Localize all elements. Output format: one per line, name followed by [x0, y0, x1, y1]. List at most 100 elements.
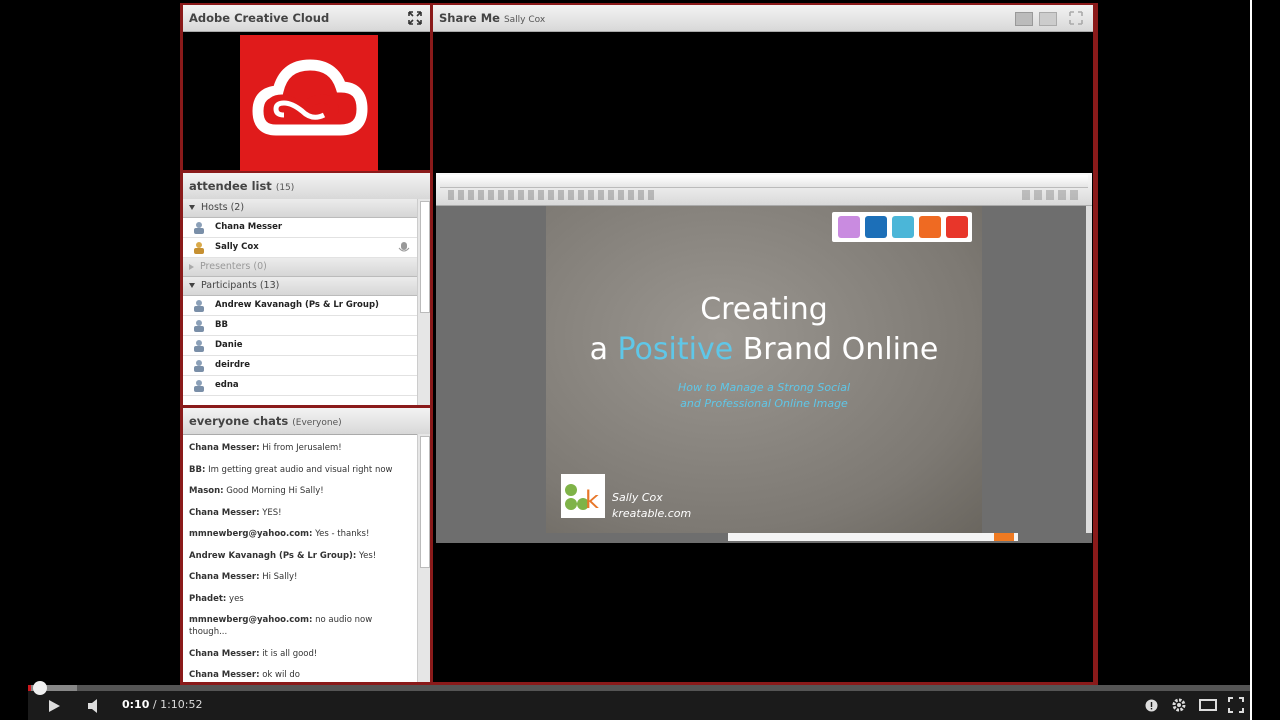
- progress-bar[interactable]: [28, 685, 1250, 691]
- chat-sender: BB:: [189, 464, 206, 475]
- chat-message: Chana Messer: Hi Sally!: [189, 571, 412, 583]
- chat-sender: mmnewberg@yahoo.com:: [189, 529, 313, 539]
- attendee-row[interactable]: edna: [183, 376, 418, 396]
- collapse-arrow-icon: [189, 205, 195, 210]
- attendee-row[interactable]: Chana Messer: [183, 218, 418, 238]
- chat-message: Chana Messer: Hi from Jerusalem!: [189, 442, 412, 454]
- chat-scrollbar[interactable]: [417, 434, 430, 682]
- share-pod-header: Share Me Sally Cox: [433, 5, 1093, 32]
- section-participants[interactable]: Participants (13): [183, 277, 418, 296]
- attendee-row[interactable]: Sally Cox: [183, 238, 418, 258]
- played-bar: [28, 685, 31, 691]
- chat-text: Yes!: [359, 550, 377, 561]
- chat-message: Phadet: yes: [189, 593, 412, 605]
- attendee-row[interactable]: deirdre: [183, 356, 418, 376]
- chat-sender: Chana Messer:: [189, 572, 260, 582]
- chat-message: Andrew Kavanagh (Ps & Lr Group): Yes!: [189, 550, 412, 562]
- presenter-user-icon: [194, 242, 204, 254]
- attendee-row[interactable]: Danie: [183, 336, 418, 356]
- chat-sender: Andrew Kavanagh (Ps & Lr Group):: [189, 550, 357, 561]
- chat-message: mmnewberg@yahoo.com: Yes - thanks!: [189, 528, 412, 540]
- fullscreen-icon[interactable]: [1069, 11, 1083, 25]
- logo-pod: Adobe Creative Cloud: [183, 5, 430, 171]
- logo-pod-title: Adobe Creative Cloud: [189, 11, 330, 25]
- chat-text: Im getting great audio and visual right …: [208, 464, 393, 475]
- section-hosts[interactable]: Hosts (2): [183, 199, 418, 218]
- attendee-name: deirdre: [215, 360, 250, 370]
- attendee-list-scrollbar[interactable]: [417, 199, 430, 405]
- attendee-list-header: attendee list (15): [183, 173, 430, 200]
- presenter-name: Sally Cox: [503, 15, 546, 25]
- chat-message: Chana Messer: YES!: [189, 507, 412, 519]
- attendee-list-pod: attendee list (15) Hosts (2) Chana Messer…: [183, 173, 430, 405]
- attendee-row[interactable]: BB: [183, 316, 418, 336]
- chat-text: Good Morning Hi Sally!: [226, 486, 324, 496]
- kreatable-logo: k: [561, 474, 605, 518]
- chat-text: yes: [229, 593, 244, 604]
- chat-sender: Phadet:: [189, 593, 227, 604]
- chat-message: Chana Messer: it is all good!: [189, 648, 412, 660]
- microphone-icon: [398, 242, 410, 252]
- swatch-blue: [865, 216, 887, 238]
- chat-text: YES!: [262, 507, 282, 518]
- chat-text: ok wil do: [262, 670, 300, 680]
- fullscreen-icon[interactable]: [1228, 697, 1244, 713]
- svg-text:k: k: [585, 486, 599, 514]
- chat-messages: Chana Messer: Hi from Jerusalem! BB: Im g…: [189, 442, 412, 691]
- attendee-name: Andrew Kavanagh (Ps & Lr Group): [215, 300, 379, 310]
- share-pod-title: Share Me Sally Cox: [439, 11, 546, 25]
- chat-text: Hi from Jerusalem!: [262, 443, 342, 453]
- chat-sender: Mason:: [189, 486, 224, 496]
- swatch-orange: [919, 216, 941, 238]
- layout-list-icon[interactable]: [1015, 12, 1033, 26]
- chat-message: BB: Im getting great audio and visual ri…: [189, 464, 412, 476]
- taskbar: [728, 533, 1018, 541]
- chat-pod: everyone chats (Everyone) Chana Messer: H…: [183, 408, 430, 682]
- chat-message: Mason: Good Morning Hi Sally!: [189, 485, 412, 497]
- theater-mode-icon[interactable]: [1199, 699, 1217, 711]
- collapse-arrow-icon: [189, 283, 195, 288]
- participant-user-icon: [194, 380, 204, 392]
- swatch-cyan: [892, 216, 914, 238]
- play-icon[interactable]: [46, 698, 62, 714]
- logo-pod-header: Adobe Creative Cloud: [183, 5, 430, 32]
- chat-text: Hi Sally!: [262, 572, 298, 582]
- settings-gear-icon[interactable]: [1171, 697, 1187, 713]
- scrubber-knob[interactable]: [32, 681, 47, 695]
- fullscreen-icon[interactable]: [408, 11, 422, 25]
- attendee-list-title: attendee list (15): [189, 179, 295, 193]
- presentation-slide: Creating a Positive Brand Online How to …: [546, 206, 982, 533]
- section-presenters[interactable]: Presenters (0): [183, 258, 418, 277]
- color-swatches: [832, 212, 972, 242]
- slide-title-line2: a Positive Brand Online: [589, 332, 939, 367]
- time-display: 0:10 / 1:10:52: [122, 698, 203, 711]
- shared-screen: Creating a Positive Brand Online How to …: [436, 173, 1092, 543]
- swatch-red: [946, 216, 968, 238]
- presentation-app-toolbar: [436, 173, 1092, 206]
- slide-title-line1: Creating: [700, 292, 828, 327]
- chat-message: Chana Messer: ok wil do: [189, 669, 412, 681]
- participant-user-icon: [194, 360, 204, 372]
- volume-icon[interactable]: [86, 698, 104, 714]
- attendee-row[interactable]: Andrew Kavanagh (Ps & Lr Group): [183, 296, 418, 316]
- layout-grid-icon[interactable]: [1039, 12, 1057, 26]
- presentation-right-scrollbar[interactable]: [1086, 206, 1092, 533]
- attendee-name: edna: [215, 380, 239, 390]
- chat-sender: Chana Messer:: [189, 443, 260, 453]
- info-icon[interactable]: [1145, 699, 1158, 712]
- page-edge: [1250, 0, 1252, 720]
- swatch-purple: [838, 216, 860, 238]
- attendee-name: BB: [215, 320, 228, 330]
- chat-title: everyone chats (Everyone): [189, 414, 342, 428]
- chat-text: Yes - thanks!: [315, 529, 370, 539]
- participant-user-icon: [194, 320, 204, 332]
- creative-cloud-logo: [240, 35, 378, 171]
- chat-sender: mmnewberg@yahoo.com:: [189, 615, 313, 625]
- attendee-name: Danie: [215, 340, 243, 350]
- chat-text: it is all good!: [262, 648, 318, 659]
- chat-sender: Chana Messer:: [189, 507, 260, 518]
- slide-subtitle: How to Manage a Strong Social and Profes…: [677, 381, 851, 410]
- chat-message: mmnewberg@yahoo.com: no audio now though…: [189, 614, 412, 638]
- slide-author: Sally Cox kreatable.com: [612, 491, 692, 520]
- expand-arrow-icon: [189, 263, 194, 270]
